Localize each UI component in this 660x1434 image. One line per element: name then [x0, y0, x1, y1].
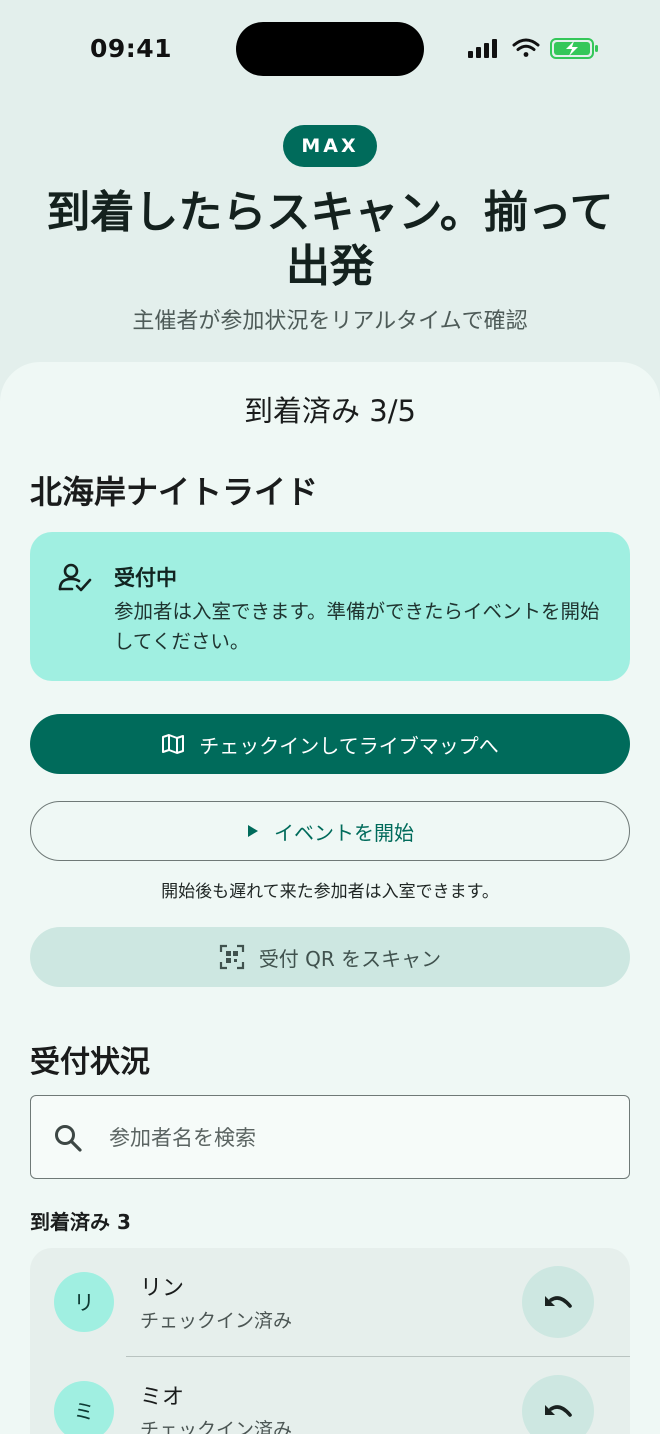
status-time: 09:41	[90, 34, 173, 63]
arrived-count-label: 到着済み 3	[30, 1210, 131, 1234]
undo-icon	[545, 1405, 572, 1417]
dynamic-island	[236, 22, 424, 76]
arrival-count-header: 到着済み 3/5	[244, 394, 416, 428]
undo-checkin-button[interactable]	[522, 1375, 594, 1434]
checkin-live-map-button[interactable]: チェックインしてライブマップへ	[30, 714, 630, 774]
undo-checkin-button[interactable]	[522, 1266, 594, 1338]
battery-icon	[550, 38, 598, 59]
participant-search[interactable]	[30, 1095, 630, 1179]
qr-scan-icon	[219, 944, 244, 970]
plan-badge: MAX	[283, 125, 377, 167]
hero-subtitle: 主催者が参加状況をリアルタイムで確認	[132, 309, 528, 334]
scan-qr-label: 受付 QR をスキャン	[258, 946, 442, 971]
list-item: リ リン チェックイン済み	[30, 1248, 630, 1357]
start-event-label: イベントを開始	[274, 820, 414, 845]
checkin-live-map-label: チェックインしてライブマップへ	[199, 733, 499, 758]
play-icon	[248, 825, 258, 837]
avatar: ミ	[54, 1381, 114, 1434]
signal-icon	[468, 39, 497, 58]
wifi-icon	[512, 38, 540, 57]
participant-name: ミオ	[140, 1385, 185, 1410]
list-item: ミ ミオ チェックイン済み	[30, 1357, 630, 1434]
start-event-button[interactable]: イベントを開始	[30, 801, 630, 861]
map-icon	[162, 734, 185, 754]
search-input[interactable]	[109, 1116, 609, 1160]
participant-name: リン	[140, 1276, 185, 1301]
avatar: リ	[54, 1272, 114, 1332]
hero-title: 到着したらスキャン。揃って出発	[46, 187, 614, 292]
status-bar: 09:41	[0, 0, 660, 96]
event-title: 北海岸ナイトライド	[30, 473, 319, 511]
person-check-icon	[58, 563, 92, 592]
search-icon	[55, 1125, 82, 1152]
late-join-hint: 開始後も遅れて来た参加者は入室できます。	[161, 882, 499, 902]
scan-qr-button[interactable]: 受付 QR をスキャン	[30, 927, 630, 987]
status-icons	[468, 38, 598, 59]
attendance-section-title: 受付状況	[30, 1045, 150, 1080]
status-description: 参加者は入室できます。準備ができたらイベントを開始してください。	[114, 600, 600, 653]
participant-list: リ リン チェックイン済み ミ ミオ チェックイン済み	[30, 1248, 630, 1434]
participant-status: チェックイン済み	[140, 1419, 293, 1434]
participant-status: チェックイン済み	[140, 1310, 293, 1332]
status-label: 受付中	[114, 566, 177, 590]
undo-icon	[545, 1296, 572, 1308]
